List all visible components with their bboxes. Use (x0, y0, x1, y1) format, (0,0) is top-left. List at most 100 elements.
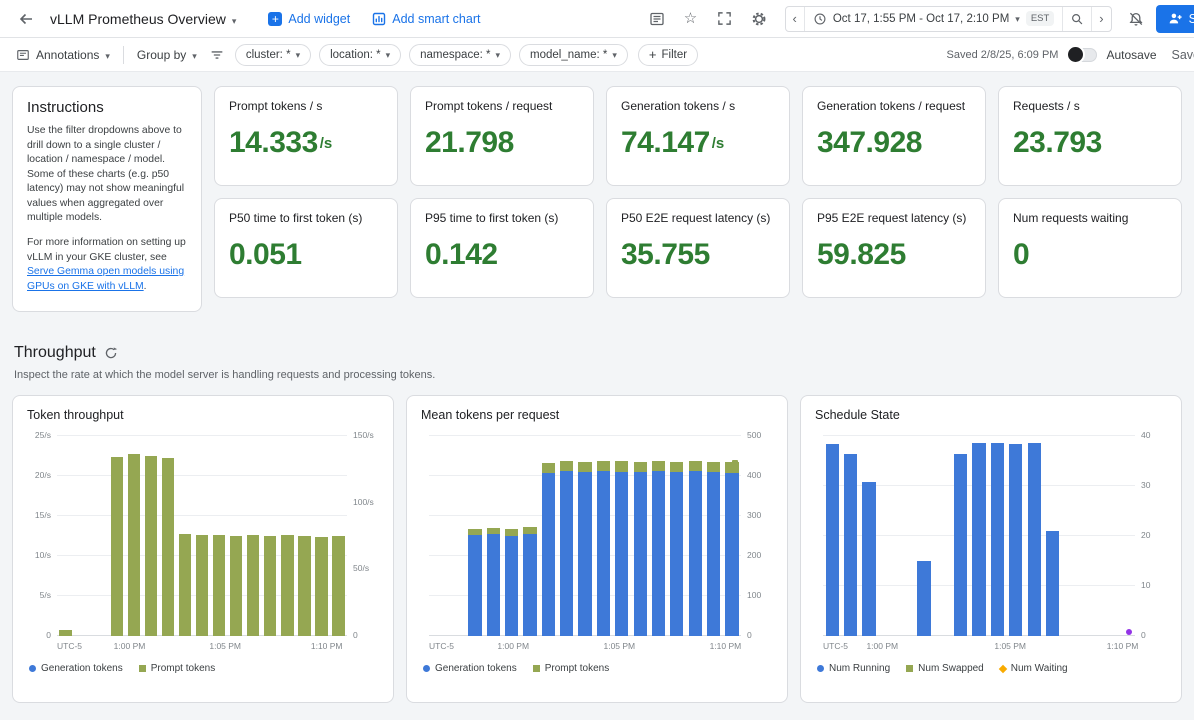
legend-item[interactable]: Prompt tokens (139, 663, 215, 674)
filter-chip[interactable]: cluster: * (235, 44, 311, 66)
bar-stack (487, 528, 500, 636)
annotations-icon (16, 48, 30, 62)
fullscreen-button[interactable] (711, 5, 739, 33)
bar-slot (1007, 436, 1025, 636)
filter-chip-label: cluster: * (246, 49, 291, 61)
saved-status: Saved 2/8/25, 6:09 PM (947, 49, 1059, 61)
y-axis-label: 10/s (35, 550, 51, 560)
y-axis-right: 0100200300400500 (741, 436, 773, 636)
time-prev-button[interactable] (786, 7, 804, 31)
scorecard-label: P50 time to first token (s) (229, 211, 383, 225)
bar-stack (578, 462, 591, 636)
favorite-button[interactable]: ☆ (677, 5, 705, 33)
filter-chip[interactable]: location: * (319, 44, 401, 66)
y-axis-label: 0 (747, 630, 752, 640)
bar-slot (613, 436, 631, 636)
chevron-down-icon (1015, 13, 1020, 25)
scorecard-label: Prompt tokens / request (425, 99, 579, 113)
cards-grid: Instructions Use the filter dropdowns ab… (12, 86, 1182, 298)
x-axis-label: 1:10 PM (710, 641, 742, 651)
filter-chip[interactable]: namespace: * (409, 44, 511, 66)
bar-slot (860, 436, 878, 636)
settings-button[interactable] (745, 5, 773, 33)
bar-slot (159, 436, 176, 636)
legend-item[interactable]: Num Swapped (906, 663, 984, 674)
y-axis-label: 0 (1141, 630, 1146, 640)
instructions-more-prefix: For more information on setting up vLLM … (27, 237, 186, 263)
filter-chip[interactable]: model_name: * (519, 44, 628, 66)
scorecard-value: 23.793 (1013, 126, 1102, 160)
bar-slot (631, 436, 649, 636)
scorecard-suffix: /s (320, 135, 333, 152)
legend-item[interactable]: Num Running (817, 663, 890, 674)
article-icon (649, 11, 665, 27)
bar-stack (670, 462, 683, 636)
app-header: vLLM Prometheus Overview Add widget Add … (0, 0, 1194, 38)
section-sync-icon[interactable] (104, 346, 118, 360)
dashboard-body: Instructions Use the filter dropdowns ab… (0, 72, 1194, 720)
scorecard-label: P95 E2E request latency (s) (817, 211, 971, 225)
x-axis-label: UTC-5 (823, 641, 848, 651)
dashboard-list-button[interactable] (643, 5, 671, 33)
bar-slot (296, 436, 313, 636)
bar (917, 561, 930, 636)
fullscreen-icon (717, 11, 732, 26)
share-button[interactable]: Share (1156, 5, 1194, 33)
bar-stack (634, 462, 647, 636)
y-axis-label: 20 (1141, 530, 1150, 540)
filter-chip-label: location: * (330, 49, 381, 61)
smart-chart-icon (372, 12, 386, 26)
bar-segment (542, 473, 555, 636)
bar-segment (615, 461, 628, 471)
bar-segment (578, 462, 591, 472)
toolbar-right: Saved 2/8/25, 6:09 PM Autosave Save (947, 47, 1184, 63)
legend-item[interactable]: Prompt tokens (533, 663, 609, 674)
chevron-down-icon (495, 49, 500, 61)
bar-segment (560, 471, 573, 636)
save-button[interactable]: Save (1166, 47, 1194, 63)
bar-segment (560, 461, 573, 471)
autosave-toggle[interactable] (1067, 48, 1097, 62)
bar-stack (652, 461, 665, 636)
bar-stack (597, 461, 610, 636)
add-widget-button[interactable]: Add widget (260, 8, 358, 30)
circle-marker (817, 665, 824, 672)
bar-slot (594, 436, 612, 636)
bar-slot (502, 436, 520, 636)
legend-item[interactable]: Generation tokens (29, 663, 123, 674)
plot-wrap: UTC-51:00 PM1:05 PM1:10 PM010203040 (815, 436, 1167, 636)
legend-item[interactable]: Generation tokens (423, 663, 517, 674)
chart-title: Mean tokens per request (421, 408, 773, 422)
add-filter-button[interactable]: Filter (638, 44, 698, 66)
chevron-left-icon (793, 12, 797, 25)
time-search-button[interactable] (1062, 7, 1091, 31)
scorecard-value-row: 35.755 (621, 238, 775, 272)
gear-icon (751, 11, 767, 27)
time-next-button[interactable] (1091, 7, 1110, 31)
notifications-off-button[interactable] (1122, 5, 1150, 33)
scorecard: P50 E2E request latency (s)35.755 (606, 198, 790, 298)
bar (826, 444, 839, 637)
group-by-button[interactable]: Group by (131, 44, 203, 66)
bar-segment (578, 472, 591, 636)
dashboard-title-menu[interactable]: vLLM Prometheus Overview (46, 9, 240, 29)
bar-slot (823, 436, 841, 636)
bar-slot (228, 436, 245, 636)
annotations-button[interactable]: Annotations (10, 44, 116, 66)
bar-slot (988, 436, 1006, 636)
legend-item[interactable]: Num Waiting (1000, 663, 1068, 674)
x-axis-label: 1:00 PM (114, 641, 146, 651)
instructions-link[interactable]: Serve Gemma open models using GPUs on GK… (27, 266, 184, 292)
scorecard: P50 time to first token (s)0.051 (214, 198, 398, 298)
chevron-down-icon (612, 49, 617, 61)
chevron-down-icon (386, 49, 391, 61)
filter-list-button[interactable] (205, 43, 229, 67)
chart-legend: Num Running Num Swapped Num Waiting (815, 663, 1167, 674)
time-range-button[interactable]: Oct 17, 1:55 PM - Oct 17, 2:10 PM EST (804, 7, 1062, 31)
back-button[interactable] (12, 5, 40, 33)
bar-slot (952, 436, 970, 636)
bar-segment (615, 472, 628, 636)
add-smart-chart-button[interactable]: Add smart chart (364, 8, 488, 30)
plot-wrap: 05/s10/s15/s20/s25/sUTC-51:00 PM1:05 PM1… (27, 436, 379, 636)
bar-slot (57, 436, 74, 636)
